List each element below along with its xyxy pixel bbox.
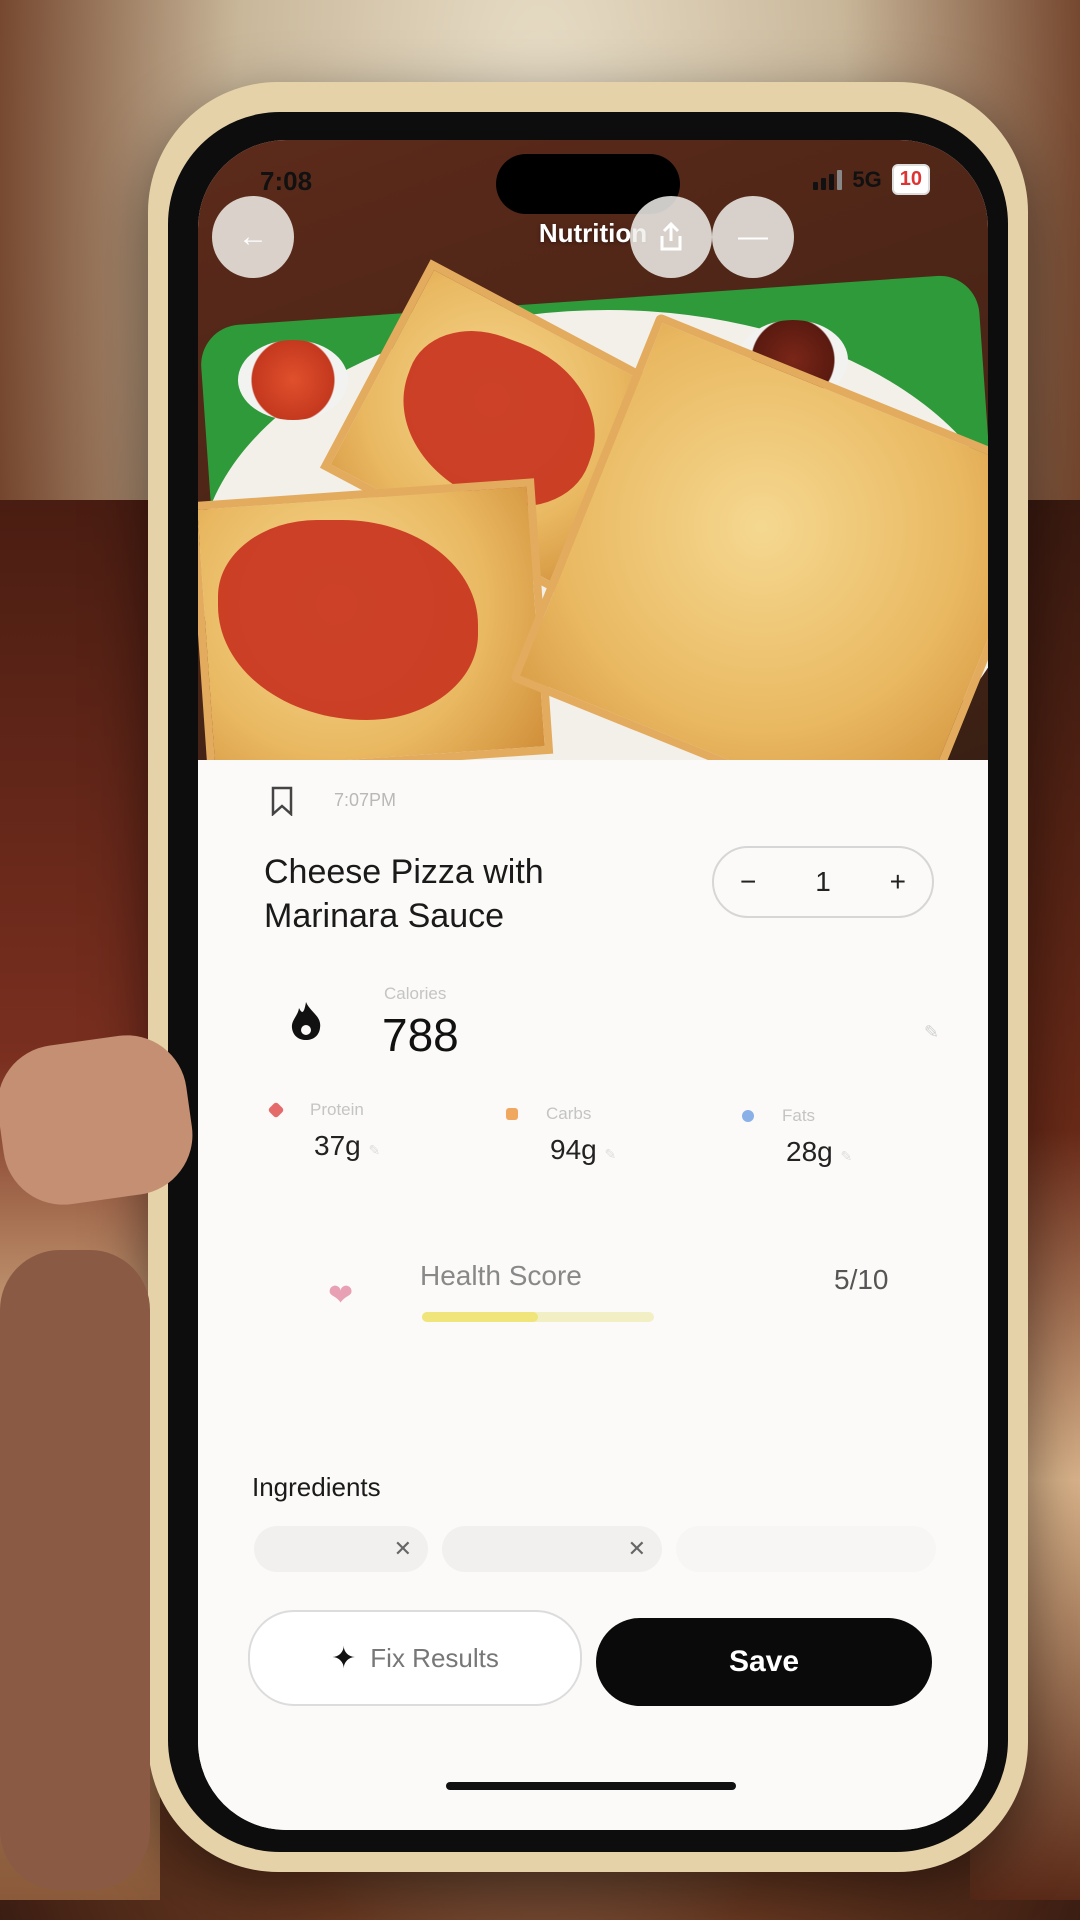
calories-value: 788 [382,1009,459,1061]
macro-label: Carbs [546,1104,592,1123]
decrement-button[interactable]: − [740,866,756,898]
health-score-bar [422,1312,654,1322]
food-name: Cheese Pizza with Marinara Sauce [264,853,544,935]
macro-label: Fats [782,1106,816,1125]
hand-fingers [0,1250,150,1890]
health-score-fill [422,1312,538,1322]
sauce-cup [238,340,348,420]
health-score-value: 5/10 [834,1264,889,1295]
flame-icon [286,1000,326,1051]
edit-fats-icon[interactable]: ✎ [841,1148,853,1164]
phone-screen: 7:08 5G 10 ← Nutrition — 7:07PM Cheese P… [198,140,988,1830]
entry-time: 7:07PM [334,790,397,810]
macro-fats: Fats 28g ✎ [742,1106,852,1168]
ingredient-chip: ✕ [254,1526,428,1572]
battery-icon: 10 [891,164,930,195]
calories-label: Calories [384,984,447,1003]
status-time: 7:08 [260,166,313,196]
ingredient-chip: ✕ [442,1526,662,1572]
carbs-icon [506,1108,518,1120]
nutrition-card: 7:07PM Cheese Pizza with Marinara Sauce … [198,760,988,1830]
remove-ingredient-icon[interactable]: ✕ [394,1536,412,1562]
page-title: Nutrition [538,218,648,248]
macro-value: 37g [314,1130,361,1161]
macro-label: Protein [310,1100,364,1119]
ingredient-chip [676,1526,936,1572]
edit-carbs-icon[interactable]: ✎ [605,1146,617,1162]
save-button[interactable]: Save [596,1618,932,1706]
macro-protein: Protein 37g ✎ [267,1100,381,1162]
more-button[interactable]: — [712,196,794,278]
share-icon [660,221,682,251]
bookmark-icon[interactable] [270,786,294,816]
macro-carbs: Carbs 94g ✎ [506,1104,616,1166]
fix-results-label: Fix Results [370,1642,499,1673]
share-button[interactable] [630,196,712,278]
fats-icon [742,1110,754,1122]
food-photo: 7:08 5G 10 ← Nutrition — [198,140,988,760]
quantity-value: 1 [815,866,831,897]
sparkle-icon: ✦ [331,1641,357,1675]
quantity-stepper: − 1 + [712,846,934,918]
fix-results-button[interactable]: ✦ Fix Results [248,1610,582,1706]
protein-icon [267,1101,285,1119]
edit-protein-icon[interactable]: ✎ [369,1142,381,1158]
network-label: 5G [852,166,882,192]
remove-ingredient-icon[interactable]: ✕ [628,1536,646,1562]
macro-value: 94g [550,1134,597,1165]
more-icon: — [738,220,768,253]
broken-heart-icon: ❤ [328,1279,354,1312]
increment-button[interactable]: + [890,866,906,898]
edit-calories-icon[interactable]: ✎ [924,1022,939,1043]
macro-value: 28g [786,1136,833,1167]
home-indicator [446,1782,736,1790]
health-score-label: Health Score [420,1260,582,1291]
ingredients-title: Ingredients [252,1472,381,1502]
signal-icon [813,169,843,190]
status-indicators: 5G 10 [813,164,930,195]
